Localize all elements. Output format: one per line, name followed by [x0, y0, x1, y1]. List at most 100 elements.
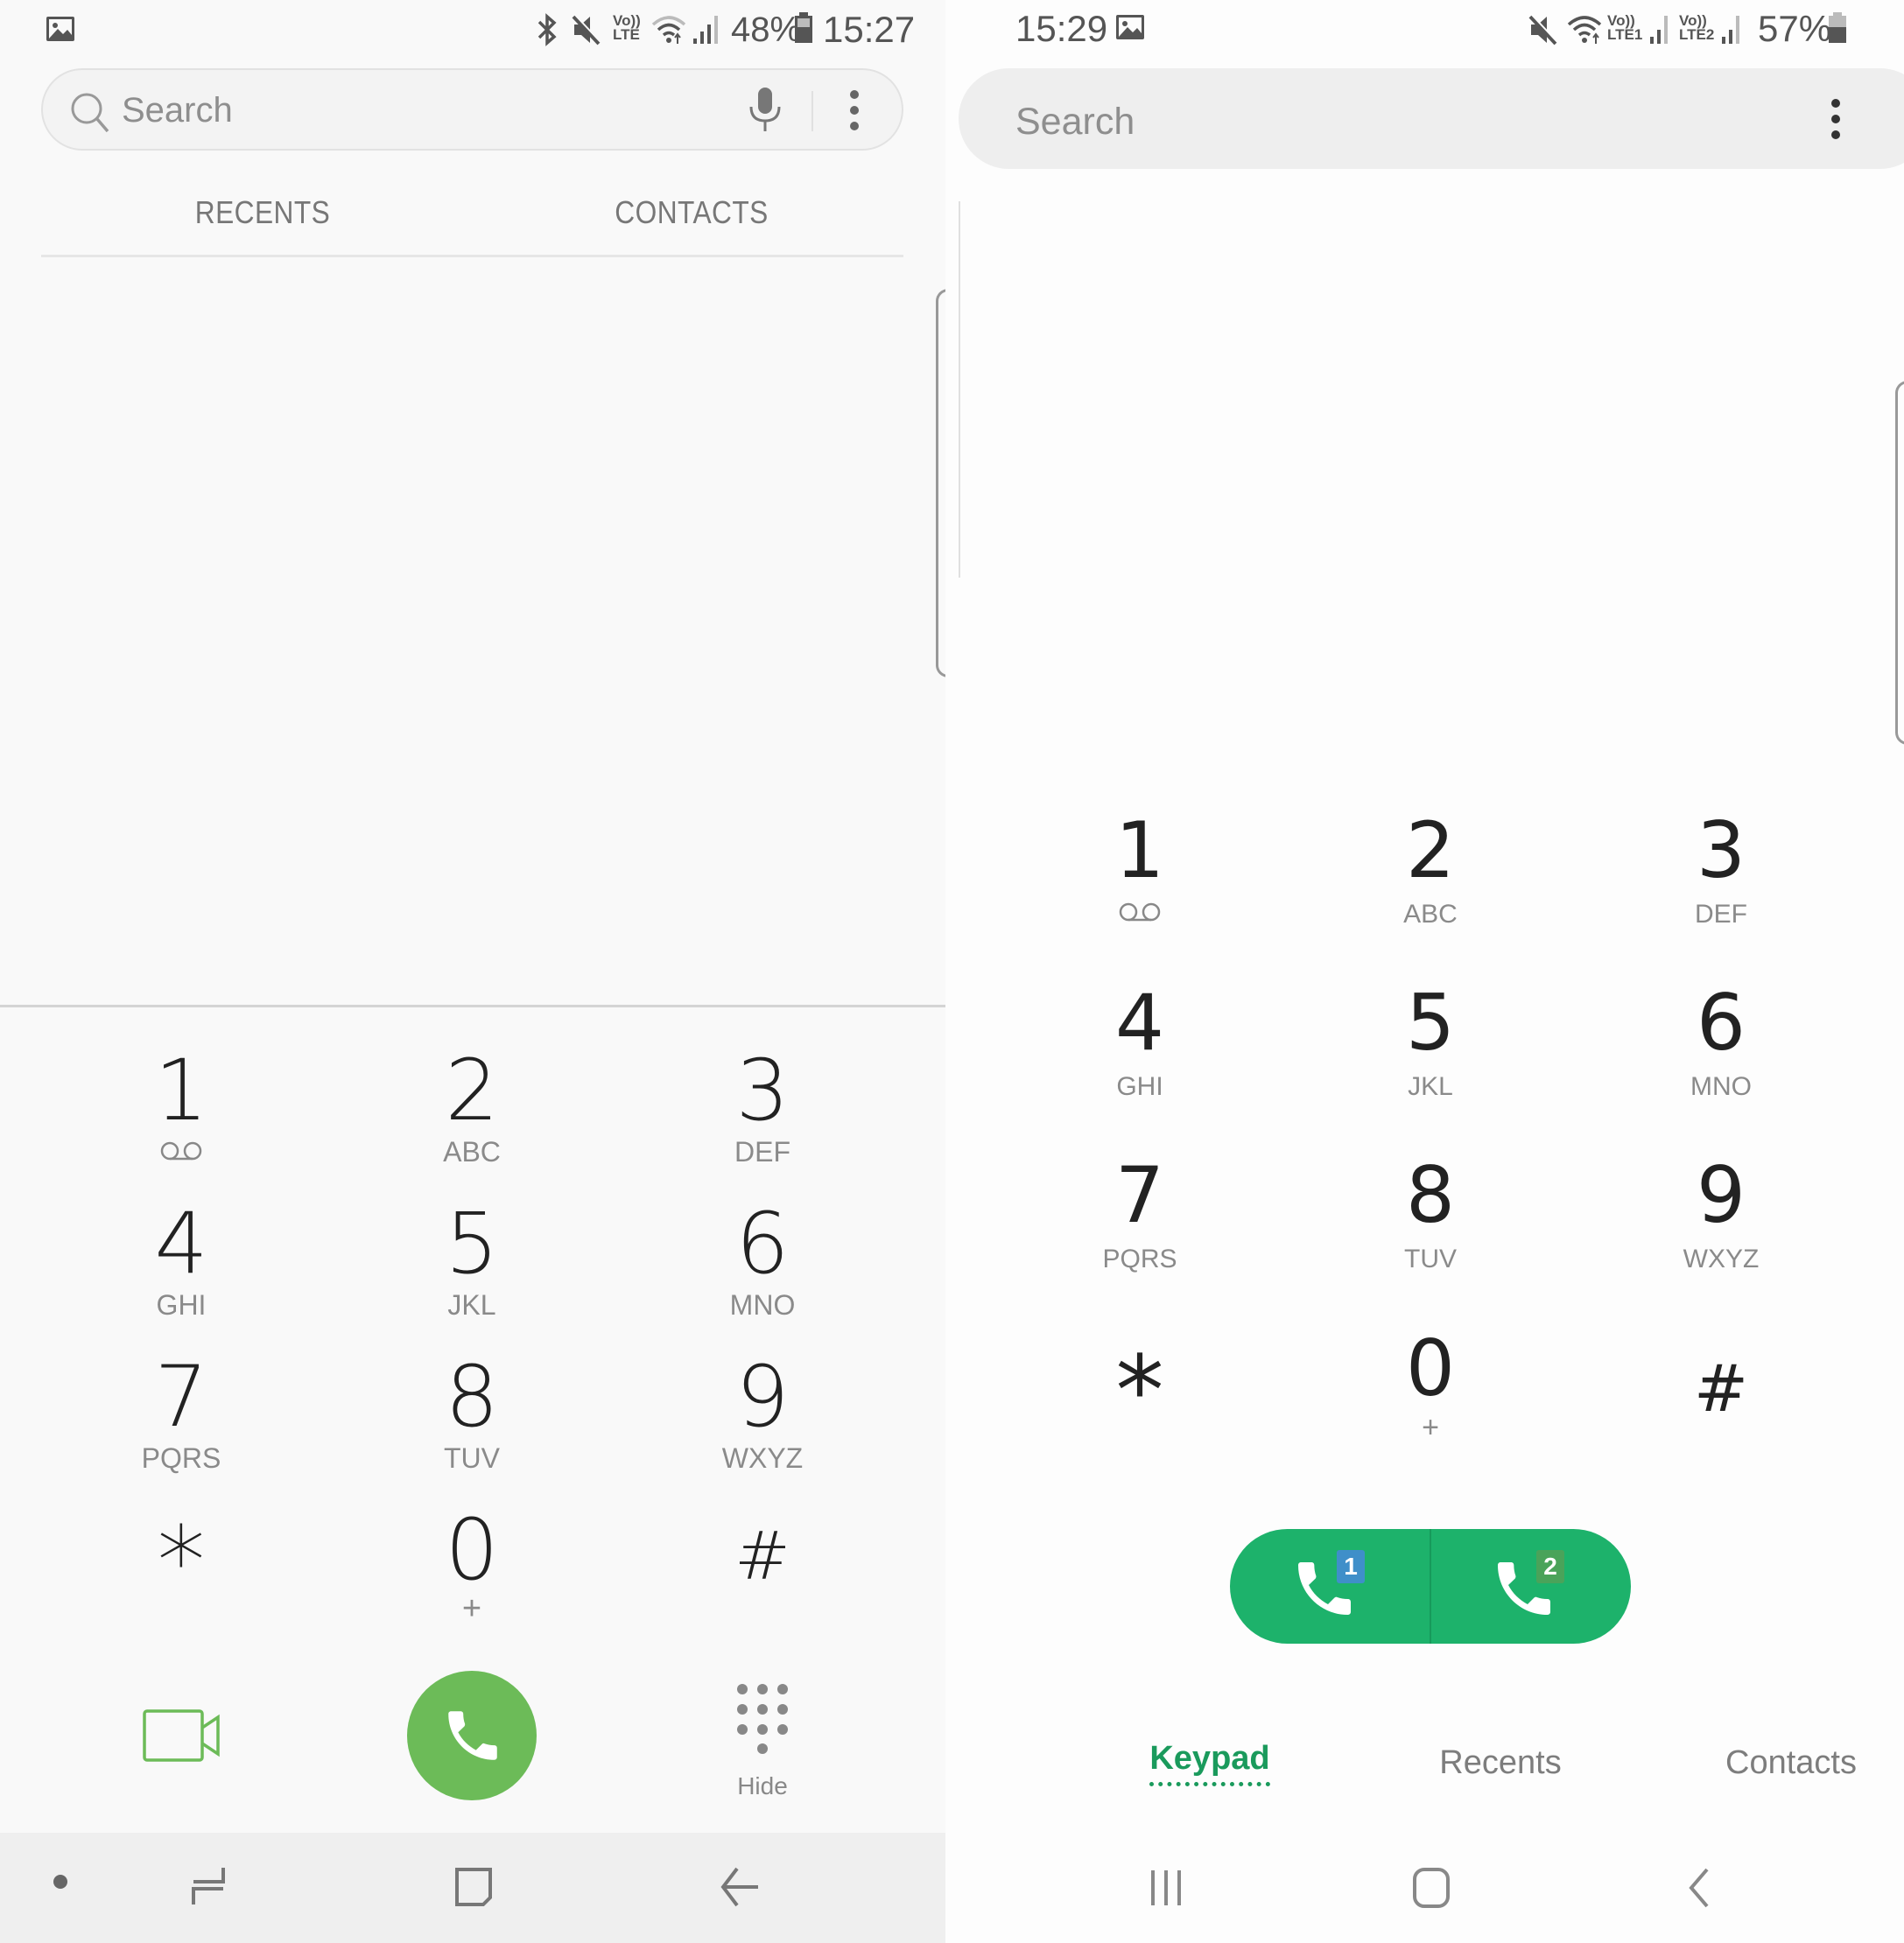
navigation-bar — [945, 1838, 1904, 1943]
video-camera-icon — [143, 1709, 220, 1762]
key-0[interactable]: 0 + — [358, 1508, 586, 1625]
sim1-badge: 1 — [1337, 1550, 1365, 1583]
key-digit: 9 — [1697, 1150, 1746, 1240]
key-digit: 5 — [445, 1195, 499, 1293]
hide-label: Hide — [737, 1772, 788, 1799]
call-sim2-button[interactable]: 2 — [1431, 1529, 1631, 1644]
key-2[interactable]: 2 ABC — [358, 1049, 586, 1166]
gallery-image-icon — [46, 16, 75, 46]
home-icon — [1413, 1868, 1450, 1908]
nav-recents-button[interactable] — [1149, 1869, 1184, 1911]
key-plus: + — [1422, 1411, 1439, 1444]
key-letters: MNO — [729, 1289, 796, 1321]
key-hash[interactable]: # — [649, 1523, 876, 1589]
edge-panel-handle[interactable] — [1895, 381, 1904, 745]
call-sim1-button[interactable]: 1 — [1230, 1529, 1430, 1644]
tab-contacts[interactable]: Contacts — [1664, 1744, 1904, 1782]
mute-icon — [571, 12, 602, 52]
right-dialer-screen: 15:29 Vo)) LTE1 Vo)) LTE2 57% Search 1 2… — [945, 0, 1904, 1943]
key-digit: 5 — [1406, 978, 1455, 1068]
key-2[interactable]: 2 ABC — [1317, 812, 1544, 928]
key-letters: ABC — [1403, 900, 1458, 929]
key-9[interactable]: 9 WXYZ — [649, 1355, 876, 1472]
key-9[interactable]: 9 WXYZ — [1607, 1157, 1835, 1273]
recents-icon — [192, 1868, 225, 1904]
key-letters: JKL — [447, 1289, 496, 1321]
sim2-badge: 2 — [1536, 1550, 1564, 1583]
key-digit: 3 — [1697, 805, 1746, 895]
nav-dot-icon[interactable] — [53, 1875, 67, 1889]
key-0[interactable]: 0 + — [1317, 1323, 1544, 1444]
key-digit: 4 — [154, 1195, 208, 1293]
lte-label: LTE — [613, 26, 640, 44]
key-3[interactable]: 3 DEF — [1607, 812, 1835, 928]
nav-recents-button[interactable] — [188, 1866, 228, 1911]
call-button[interactable] — [407, 1671, 537, 1800]
hide-keypad-button[interactable]: Hide — [732, 1680, 793, 1800]
battery-percent: 57% — [1758, 8, 1832, 49]
key-6[interactable]: 6 MNO — [1607, 985, 1835, 1100]
keypad-grid-icon — [737, 1684, 788, 1754]
video-call-button[interactable] — [142, 1708, 222, 1767]
tabs-divider — [41, 255, 903, 257]
key-digit: * — [157, 1505, 206, 1617]
key-letters: DEF — [1695, 900, 1747, 929]
voicemail-icon — [67, 1138, 295, 1166]
key-letters: TUV — [444, 1442, 500, 1474]
key-letters: GHI — [156, 1289, 207, 1321]
tab-recents[interactable]: Recents — [1374, 1744, 1627, 1782]
search-bar[interactable]: Search — [959, 68, 1904, 169]
search-input[interactable]: Search — [1015, 101, 1135, 144]
phone-icon — [448, 1711, 497, 1760]
wifi-icon — [651, 12, 688, 52]
key-8[interactable]: 8 TUV — [1317, 1157, 1544, 1273]
tab-contacts[interactable]: CONTACTS — [607, 194, 776, 231]
status-time: 15:27 — [823, 9, 916, 50]
tab-recents[interactable]: RECENTS — [178, 194, 348, 231]
battery-icon — [1828, 12, 1847, 48]
key-7[interactable]: 7 PQRS — [1026, 1157, 1254, 1273]
key-digit: # — [734, 1517, 790, 1595]
key-5[interactable]: 5 JKL — [358, 1202, 586, 1319]
tab-keypad-label: Keypad — [1149, 1740, 1270, 1786]
key-letters: GHI — [1116, 1072, 1163, 1101]
nav-back-button[interactable] — [1686, 1867, 1712, 1913]
volte-icon: Vo)) LTE — [613, 13, 641, 44]
edge-panel-handle[interactable] — [936, 289, 945, 677]
key-4[interactable]: 4 GHI — [67, 1202, 295, 1319]
key-6[interactable]: 6 MNO — [649, 1202, 876, 1319]
navigation-bar — [0, 1833, 945, 1943]
search-input[interactable]: Search — [122, 91, 233, 130]
wifi-icon — [1567, 12, 1604, 52]
search-icon — [69, 91, 113, 139]
gallery-image-icon — [1115, 14, 1145, 45]
status-time: 15:29 — [1015, 8, 1108, 49]
key-letters: DEF — [734, 1136, 790, 1168]
key-7[interactable]: 7 PQRS — [67, 1355, 295, 1472]
key-8[interactable]: 8 TUV — [358, 1355, 586, 1472]
key-1[interactable]: 1 — [67, 1049, 295, 1166]
more-vertical-icon[interactable] — [848, 89, 861, 136]
key-4[interactable]: 4 GHI — [1026, 985, 1254, 1100]
key-digit: * — [1115, 1335, 1164, 1447]
back-arrow-icon — [720, 1867, 758, 1907]
key-star[interactable]: * — [1026, 1335, 1254, 1447]
nav-home-button[interactable] — [453, 1866, 494, 1912]
key-digit: 2 — [445, 1042, 499, 1140]
key-star[interactable]: * — [67, 1505, 295, 1617]
key-letters: WXYZ — [1683, 1245, 1760, 1273]
nav-back-button[interactable] — [720, 1866, 760, 1912]
nav-home-button[interactable] — [1412, 1867, 1451, 1913]
key-hash[interactable]: # — [1607, 1357, 1835, 1421]
scrollbar[interactable] — [959, 201, 960, 578]
microphone-icon[interactable] — [748, 86, 783, 137]
tab-keypad[interactable]: Keypad — [1083, 1740, 1337, 1786]
key-3[interactable]: 3 DEF — [649, 1049, 876, 1166]
key-letters: PQRS — [1102, 1245, 1177, 1273]
key-digit: 0 — [1406, 1323, 1455, 1413]
key-1[interactable]: 1 — [1026, 812, 1254, 928]
key-5[interactable]: 5 JKL — [1317, 985, 1544, 1100]
key-letters: JKL — [1408, 1072, 1453, 1101]
more-vertical-icon[interactable] — [1830, 98, 1842, 144]
search-bar[interactable]: Search — [41, 68, 903, 151]
